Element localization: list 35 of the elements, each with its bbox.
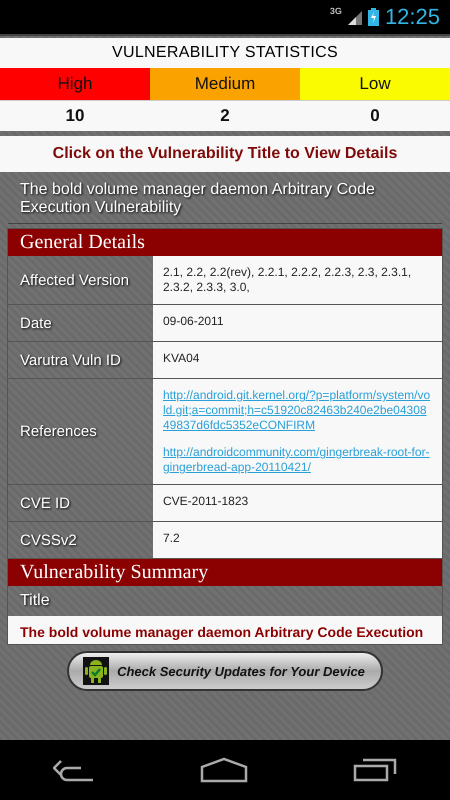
check-updates-button[interactable]: Check Security Updates for Your Device <box>67 651 383 691</box>
android-shield-icon <box>83 657 110 685</box>
summary-label: Title <box>19 591 51 611</box>
severity-header: Medium <box>150 68 300 100</box>
severity-count: 10 <box>0 100 150 131</box>
summary-title: The bold volume manager daemon Arbitrary Code Execution <box>8 616 442 644</box>
reference-link[interactable]: http://androidcommunity.com/gingerbreak-root-for-gingerbread-app-20110421/ <box>163 445 432 475</box>
severity-header: High <box>0 68 150 100</box>
section-heading: General Details <box>8 229 442 256</box>
detail-value: CVE-2011-1823 <box>153 485 442 521</box>
instruction-text: Click on the Vulnerability Title to View Details <box>0 136 450 172</box>
detail-label: References <box>19 422 98 442</box>
back-icon[interactable] <box>52 758 95 782</box>
section-heading: Vulnerability Summary <box>8 559 442 586</box>
detail-label: Affected Version <box>19 270 130 290</box>
severity-header: Low <box>300 68 450 100</box>
severity-count: 2 <box>150 100 300 131</box>
detail-label: CVE ID <box>19 494 72 514</box>
signal-icon <box>348 9 362 25</box>
network-type: 3G <box>330 6 342 16</box>
vulnerability-title[interactable]: The bold volume manager daemon Arbitrary Code Execution Vulnerability <box>8 172 442 224</box>
detail-value: 2.1, 2.2, 2.2(rev), 2.2.1, 2.2.2, 2.2.3, 2.3, 2.3.1, 2.3.2, 2.3.3, 3.0, <box>153 256 442 304</box>
reference-link[interactable]: http://android.git.kernel.org/?p=platform/system/vold.git;a=commit;h=c51920c82463b240e2be0430849837d6fdc5352eCONFIRM <box>163 388 432 433</box>
statistics-title: VULNERABILITY STATISTICS <box>111 43 339 63</box>
detail-label: Varutra Vuln ID <box>19 350 122 370</box>
severity-count: 0 <box>300 100 450 131</box>
clock-time: 12:25 <box>384 4 440 30</box>
home-icon[interactable] <box>200 757 248 783</box>
detail-value: 7.2 <box>153 522 442 558</box>
detail-value: KVA04 <box>153 342 442 378</box>
detail-value: 09-06-2011 <box>153 305 442 341</box>
battery-icon <box>368 8 379 26</box>
detail-label: CVSSv2 <box>19 530 78 550</box>
detail-label: Date <box>19 314 53 334</box>
recent-apps-icon[interactable] <box>353 758 398 782</box>
